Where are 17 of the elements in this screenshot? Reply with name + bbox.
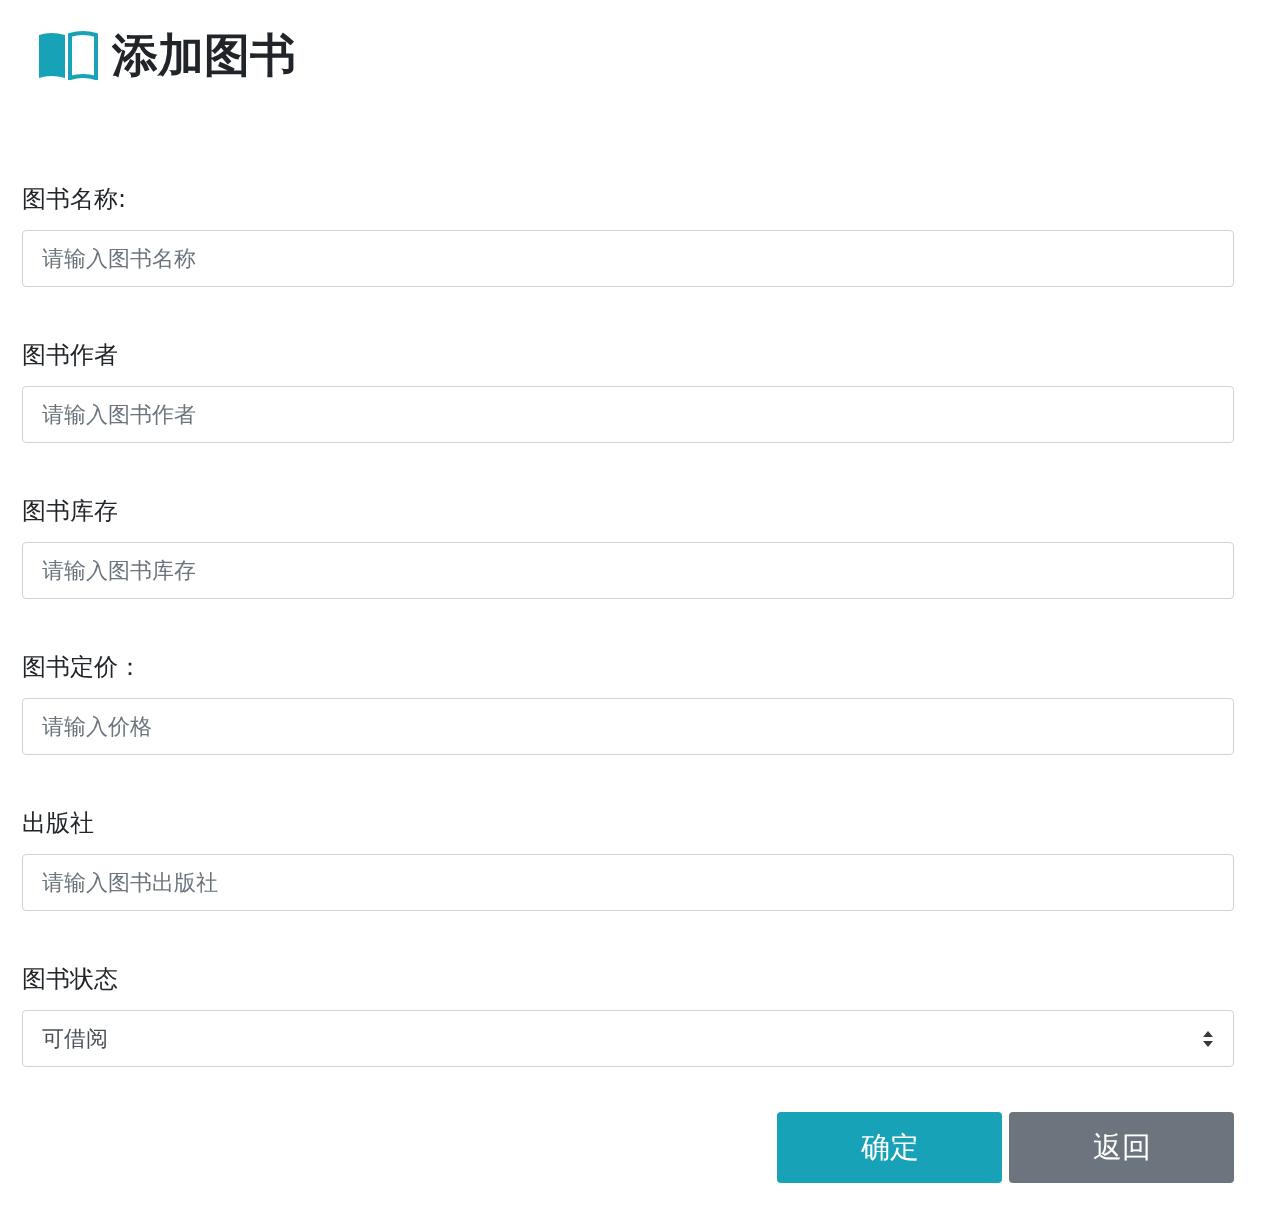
back-button[interactable]: 返回 [1009, 1112, 1234, 1183]
text-input[interactable]: 请输入图书出版社 [22, 854, 1234, 911]
page-title: 添加图书 [112, 27, 296, 83]
field-label: 出版社 [22, 808, 95, 839]
status-select[interactable]: 可借阅 [22, 1010, 1234, 1067]
field-label: 图书定价： [22, 652, 143, 683]
text-input[interactable]: 请输入图书作者 [22, 386, 1234, 443]
field-label: 图书名称: [22, 184, 128, 215]
confirm-button[interactable]: 确定 [777, 1112, 1002, 1183]
book-icon [37, 30, 98, 80]
text-input[interactable]: 请输入图书库存 [22, 542, 1234, 599]
field-label: 图书库存 [22, 496, 119, 527]
field-label: 图书作者 [22, 340, 119, 371]
field-label: 图书状态 [22, 964, 119, 995]
text-input[interactable]: 请输入价格 [22, 698, 1234, 755]
sort-caret-icon [1202, 1029, 1214, 1048]
text-input[interactable]: 请输入图书名称 [22, 230, 1234, 287]
